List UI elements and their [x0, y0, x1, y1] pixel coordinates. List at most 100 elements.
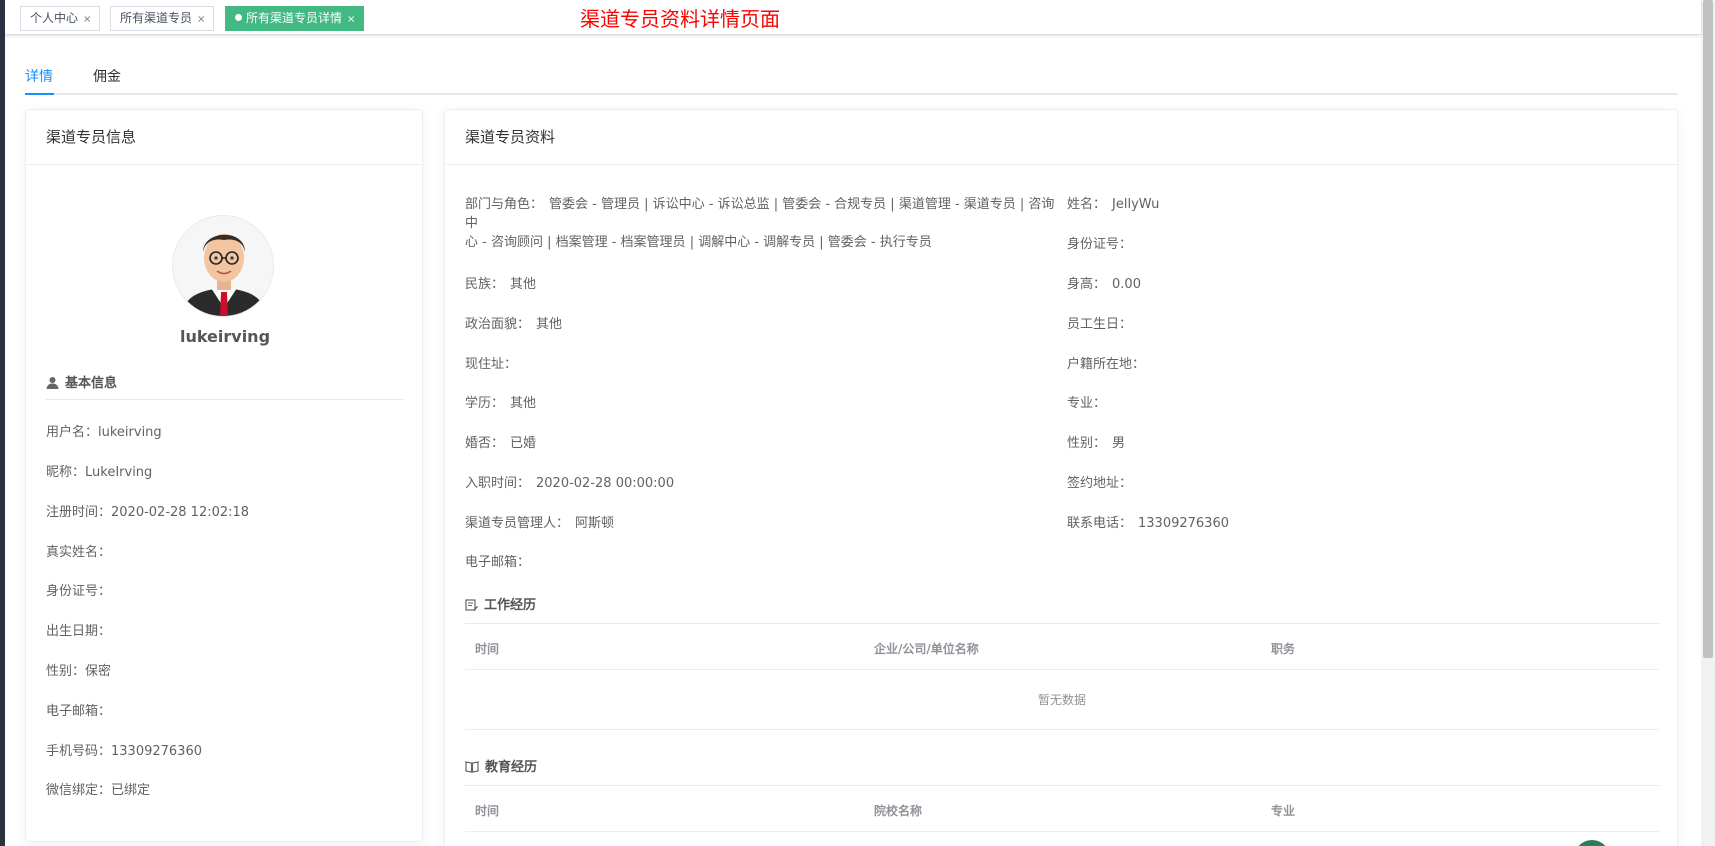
field-label: 身份证号：: [1067, 237, 1133, 252]
field-major: 专业：: [1067, 394, 1112, 413]
field-label: 婚否：: [465, 436, 505, 451]
field-label: 入职时间：: [465, 476, 531, 491]
field-value: 其他: [510, 396, 537, 411]
scrollbar-thumb[interactable]: [1703, 0, 1713, 658]
tag-label: 个人中心: [30, 11, 79, 25]
field-label: 性别：: [1067, 436, 1107, 451]
info-username: 用户名：lukeirving: [46, 425, 162, 440]
field-value: JellyWu: [1112, 197, 1160, 212]
info-birth-date: 出生日期：: [46, 624, 112, 639]
education-heading: 教育经历: [465, 756, 1659, 786]
tab-label: 详情: [25, 69, 53, 85]
sub-title-text: 教育经历: [485, 760, 538, 775]
field-value-cont: 心 - 咨询顾问 | 档案管理 - 档案管理员 | 调解中心 - 调解专员 | …: [465, 235, 932, 250]
field-value: 男: [1112, 436, 1126, 451]
active-dot-icon: [235, 14, 242, 21]
basic-info-heading: 基本信息: [46, 372, 403, 400]
tab-label: 佣金: [93, 69, 121, 85]
field-gender: 性别： 男: [1067, 434, 1125, 453]
info-email: 电子邮箱：: [46, 704, 112, 719]
card-title: 渠道专员资料: [445, 110, 1677, 165]
tag-label: 所有渠道专员详情: [246, 11, 343, 25]
field-label: 部门与角色：: [465, 197, 544, 212]
book-icon: [465, 761, 479, 773]
work-table-empty: 暂无数据: [465, 670, 1659, 730]
info-id-number: 身份证号：: [46, 584, 112, 599]
field-label: 姓名：: [1067, 197, 1107, 212]
field-address: 现住址：: [465, 355, 523, 374]
agent-profile-card: 渠道专员资料 部门与角色： 管委会 - 管理员 | 诉讼中心 - 诉讼总监 | 管…: [444, 109, 1678, 846]
info-nickname: 昵称：LukeIrving: [46, 465, 153, 480]
field-label: 学历：: [465, 396, 505, 411]
field-marital: 婚否： 已婚: [465, 434, 536, 453]
field-value: 其他: [510, 277, 537, 292]
field-manager: 渠道专员管理人： 阿斯顿: [465, 514, 614, 533]
field-id-number: 身份证号：: [1067, 235, 1138, 254]
field-label: 专业：: [1067, 396, 1107, 411]
page-annotation: 渠道专员资料详情页面: [580, 7, 780, 31]
field-label: 联系电话：: [1067, 516, 1133, 531]
card-title: 渠道专员信息: [26, 110, 422, 165]
field-height: 身高： 0.00: [1067, 275, 1141, 294]
tag-label: 所有渠道专员: [120, 11, 193, 25]
agent-info-card: 渠道专员信息 lukeirving 基本信息 用户名：lukeirving 昵称…: [25, 109, 423, 842]
field-label: 员工生日：: [1067, 317, 1133, 332]
tab-commission[interactable]: 佣金: [93, 66, 121, 86]
tab-details[interactable]: 详情: [25, 66, 53, 86]
tags-view-bar: 个人中心 × 所有渠道专员 × 所有渠道专员详情 × 渠道专员资料详情页面: [5, 0, 1701, 35]
field-phone: 联系电话： 13309276360: [1067, 514, 1229, 533]
avatar[interactable]: [172, 215, 274, 317]
tag-personal-center[interactable]: 个人中心 ×: [20, 6, 101, 31]
tag-agent-detail[interactable]: 所有渠道专员详情 ×: [225, 6, 365, 31]
field-label: 现住址：: [465, 357, 518, 372]
work-table-header: 时间 企业/公司/单位名称 职务: [465, 624, 1659, 670]
field-value: 2020-02-28 00:00:00: [536, 476, 675, 491]
field-hire-date: 入职时间： 2020-02-28 00:00:00: [465, 474, 674, 493]
field-label: 政治面貌：: [465, 317, 531, 332]
field-hukou: 户籍所在地：: [1067, 355, 1151, 374]
work-experience-heading: 工作经历: [465, 594, 1659, 624]
work-experience-icon: [465, 599, 478, 611]
close-icon[interactable]: ×: [197, 14, 205, 25]
education-table-header: 时间 院校名称 专业: [465, 786, 1659, 832]
field-sign-address: 签约地址：: [1067, 474, 1138, 493]
column-header: 专业: [1271, 804, 1296, 818]
sidebar-edge: [0, 0, 5, 846]
field-label: 渠道专员管理人：: [465, 516, 570, 531]
field-label: 民族：: [465, 277, 505, 292]
detail-tabs: 详情 佣金: [25, 57, 1678, 95]
field-ethnicity: 民族： 其他: [465, 275, 536, 294]
field-birthday: 员工生日：: [1067, 315, 1138, 334]
field-political: 政治面貌： 其他: [465, 315, 562, 334]
field-value: 阿斯顿: [575, 516, 615, 531]
info-real-name: 真实姓名：: [46, 545, 112, 560]
field-value: 已婚: [510, 436, 537, 451]
field-value: 13309276360: [1138, 516, 1229, 531]
column-header: 职务: [1271, 642, 1296, 656]
field-value: 0.00: [1112, 277, 1141, 292]
info-register-time: 注册时间：2020-02-28 12:02:18: [46, 505, 250, 520]
column-header: 院校名称: [874, 804, 923, 818]
column-header: 企业/公司/单位名称: [874, 642, 979, 656]
info-phone: 手机号码：13309276360: [46, 744, 202, 759]
field-education: 学历： 其他: [465, 394, 536, 413]
field-label: 户籍所在地：: [1067, 357, 1146, 372]
user-icon: [46, 377, 59, 389]
page-scrollbar[interactable]: [1701, 0, 1715, 846]
profile-username: lukeirving: [179, 327, 271, 346]
field-value: 其他: [536, 317, 563, 332]
tag-all-channel-agents[interactable]: 所有渠道专员 ×: [110, 6, 215, 31]
field-name: 姓名： JellyWu: [1067, 195, 1159, 214]
field-dept-roles: 部门与角色： 管委会 - 管理员 | 诉讼中心 - 诉讼总监 | 管委会 - 合规…: [465, 195, 1055, 252]
field-label: 签约地址：: [1067, 476, 1133, 491]
section-title-text: 基本信息: [65, 376, 118, 391]
sub-title-text: 工作经历: [484, 598, 537, 613]
column-header: 时间: [475, 642, 500, 656]
close-icon[interactable]: ×: [347, 14, 355, 25]
field-email: 电子邮箱：: [465, 553, 536, 572]
close-icon[interactable]: ×: [83, 14, 91, 25]
info-gender: 性别：保密: [46, 664, 112, 679]
field-label: 身高：: [1067, 277, 1107, 292]
column-header: 时间: [475, 804, 500, 818]
field-label: 电子邮箱：: [465, 555, 531, 570]
